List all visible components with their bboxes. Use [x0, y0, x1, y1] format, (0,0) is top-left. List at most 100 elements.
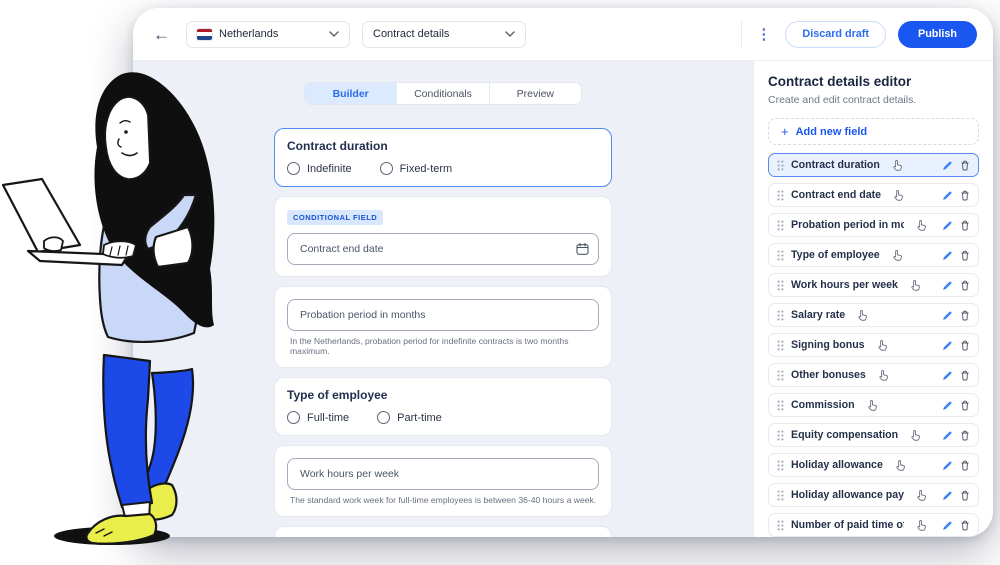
drag-handle-icon[interactable]: [777, 250, 784, 261]
card-salary-rate[interactable]: Salary rate: [274, 526, 612, 537]
field-row[interactable]: Number of paid time off days: [768, 513, 979, 537]
field-row[interactable]: Type of employee: [768, 243, 979, 267]
field-row-label: Probation period in months: [791, 219, 904, 231]
app-window: ← Netherlands Contract details ⋮ Discard…: [133, 8, 993, 537]
radio-circle-icon: [287, 411, 300, 424]
tab-conditionals[interactable]: Conditionals: [397, 83, 489, 104]
edit-pencil-icon[interactable]: [942, 190, 953, 201]
work-hours-input[interactable]: [287, 458, 599, 490]
radio-indefinite[interactable]: Indefinite: [287, 162, 352, 175]
radio-fixed-term[interactable]: Fixed-term: [380, 162, 453, 175]
kebab-menu-icon[interactable]: ⋮: [754, 27, 773, 42]
hand-cursor-icon: [915, 489, 928, 502]
edit-pencil-icon[interactable]: [942, 310, 953, 321]
delete-trash-icon[interactable]: [960, 190, 970, 201]
tab-builder[interactable]: Builder: [305, 83, 397, 104]
drag-handle-icon[interactable]: [777, 400, 784, 411]
field-row[interactable]: Signing bonus: [768, 333, 979, 357]
field-row-label: Contract end date: [791, 189, 881, 201]
contract-end-date-input[interactable]: [287, 233, 599, 265]
add-new-field-button[interactable]: + Add new field: [768, 118, 979, 145]
edit-pencil-icon[interactable]: [942, 160, 953, 171]
drag-handle-icon[interactable]: [777, 220, 784, 231]
drag-handle-icon[interactable]: [777, 310, 784, 321]
delete-trash-icon[interactable]: [960, 250, 970, 261]
field-row[interactable]: Holiday allowance: [768, 453, 979, 477]
topbar: ← Netherlands Contract details ⋮ Discard…: [133, 8, 993, 60]
drag-handle-icon[interactable]: [777, 460, 784, 471]
edit-pencil-icon[interactable]: [942, 250, 953, 261]
drag-handle-icon[interactable]: [777, 340, 784, 351]
edit-pencil-icon[interactable]: [942, 400, 953, 411]
field-row-label: Signing bonus: [791, 339, 865, 351]
radio-circle-icon: [287, 162, 300, 175]
country-select[interactable]: Netherlands: [186, 21, 350, 48]
conditional-field-badge: CONDITIONAL FIELD: [287, 210, 383, 225]
field-row-label: Holiday allowance payment fre...: [791, 489, 904, 501]
delete-trash-icon[interactable]: [960, 520, 970, 531]
field-row[interactable]: Contract duration: [768, 153, 979, 177]
field-row[interactable]: Other bonuses: [768, 363, 979, 387]
drag-handle-icon[interactable]: [777, 370, 784, 381]
add-new-field-label: Add new field: [796, 126, 868, 138]
card-work-hours[interactable]: The standard work week for full-time emp…: [274, 445, 612, 517]
drag-handle-icon[interactable]: [777, 430, 784, 441]
delete-trash-icon[interactable]: [960, 460, 970, 471]
card-type-of-employee[interactable]: Type of employee Full-time Part-time: [274, 377, 612, 436]
drag-handle-icon[interactable]: [777, 280, 784, 291]
person-illustration: [0, 55, 235, 560]
drag-handle-icon[interactable]: [777, 160, 784, 171]
edit-pencil-icon[interactable]: [942, 520, 953, 531]
panel-subtitle: Create and edit contract details.: [768, 94, 979, 106]
edit-pencil-icon[interactable]: [942, 430, 953, 441]
tab-preview[interactable]: Preview: [490, 83, 581, 104]
hand-cursor-icon: [915, 519, 928, 532]
field-row[interactable]: Holiday allowance payment fre...: [768, 483, 979, 507]
delete-trash-icon[interactable]: [960, 160, 970, 171]
edit-pencil-icon[interactable]: [942, 370, 953, 381]
field-row[interactable]: Equity compensation: [768, 423, 979, 447]
field-row-label: Salary rate: [791, 309, 845, 321]
template-select-value: Contract details: [373, 28, 449, 40]
delete-trash-icon[interactable]: [960, 490, 970, 501]
hand-cursor-icon: [909, 279, 922, 292]
discard-draft-button[interactable]: Discard draft: [785, 21, 886, 48]
radio-part-time[interactable]: Part-time: [377, 411, 442, 424]
radio-full-time[interactable]: Full-time: [287, 411, 349, 424]
card-contract-duration[interactable]: Contract duration Indefinite Fixed-term: [274, 128, 612, 187]
edit-pencil-icon[interactable]: [942, 490, 953, 501]
delete-trash-icon[interactable]: [960, 370, 970, 381]
field-row[interactable]: Contract end date: [768, 183, 979, 207]
field-row[interactable]: Commission: [768, 393, 979, 417]
drag-handle-icon[interactable]: [777, 490, 784, 501]
publish-button[interactable]: Publish: [898, 21, 977, 48]
delete-trash-icon[interactable]: [960, 430, 970, 441]
edit-pencil-icon[interactable]: [942, 280, 953, 291]
drag-handle-icon[interactable]: [777, 190, 784, 201]
field-row[interactable]: Salary rate: [768, 303, 979, 327]
edit-pencil-icon[interactable]: [942, 340, 953, 351]
card-contract-end-date[interactable]: CONDITIONAL FIELD: [274, 196, 612, 277]
template-select[interactable]: Contract details: [362, 21, 526, 48]
hand-cursor-icon: [892, 189, 905, 202]
delete-trash-icon[interactable]: [960, 400, 970, 411]
edit-pencil-icon[interactable]: [942, 460, 953, 471]
page: ← Netherlands Contract details ⋮ Discard…: [0, 0, 1000, 565]
edit-pencil-icon[interactable]: [942, 220, 953, 231]
delete-trash-icon[interactable]: [960, 220, 970, 231]
field-row-label: Holiday allowance: [791, 459, 883, 471]
field-row[interactable]: Probation period in months: [768, 213, 979, 237]
field-row-label: Type of employee: [791, 249, 880, 261]
probation-period-input[interactable]: [287, 299, 599, 331]
netherlands-flag-icon: [197, 29, 212, 40]
hand-cursor-icon: [909, 429, 922, 442]
editor-panel: Contract details editor Create and edit …: [753, 61, 993, 537]
field-row-label: Contract duration: [791, 159, 880, 171]
card-probation-period[interactable]: In the Netherlands, probation period for…: [274, 286, 612, 368]
field-row[interactable]: Work hours per week: [768, 273, 979, 297]
delete-trash-icon[interactable]: [960, 310, 970, 321]
back-icon[interactable]: ←: [153, 26, 170, 43]
delete-trash-icon[interactable]: [960, 280, 970, 291]
drag-handle-icon[interactable]: [777, 520, 784, 531]
delete-trash-icon[interactable]: [960, 340, 970, 351]
